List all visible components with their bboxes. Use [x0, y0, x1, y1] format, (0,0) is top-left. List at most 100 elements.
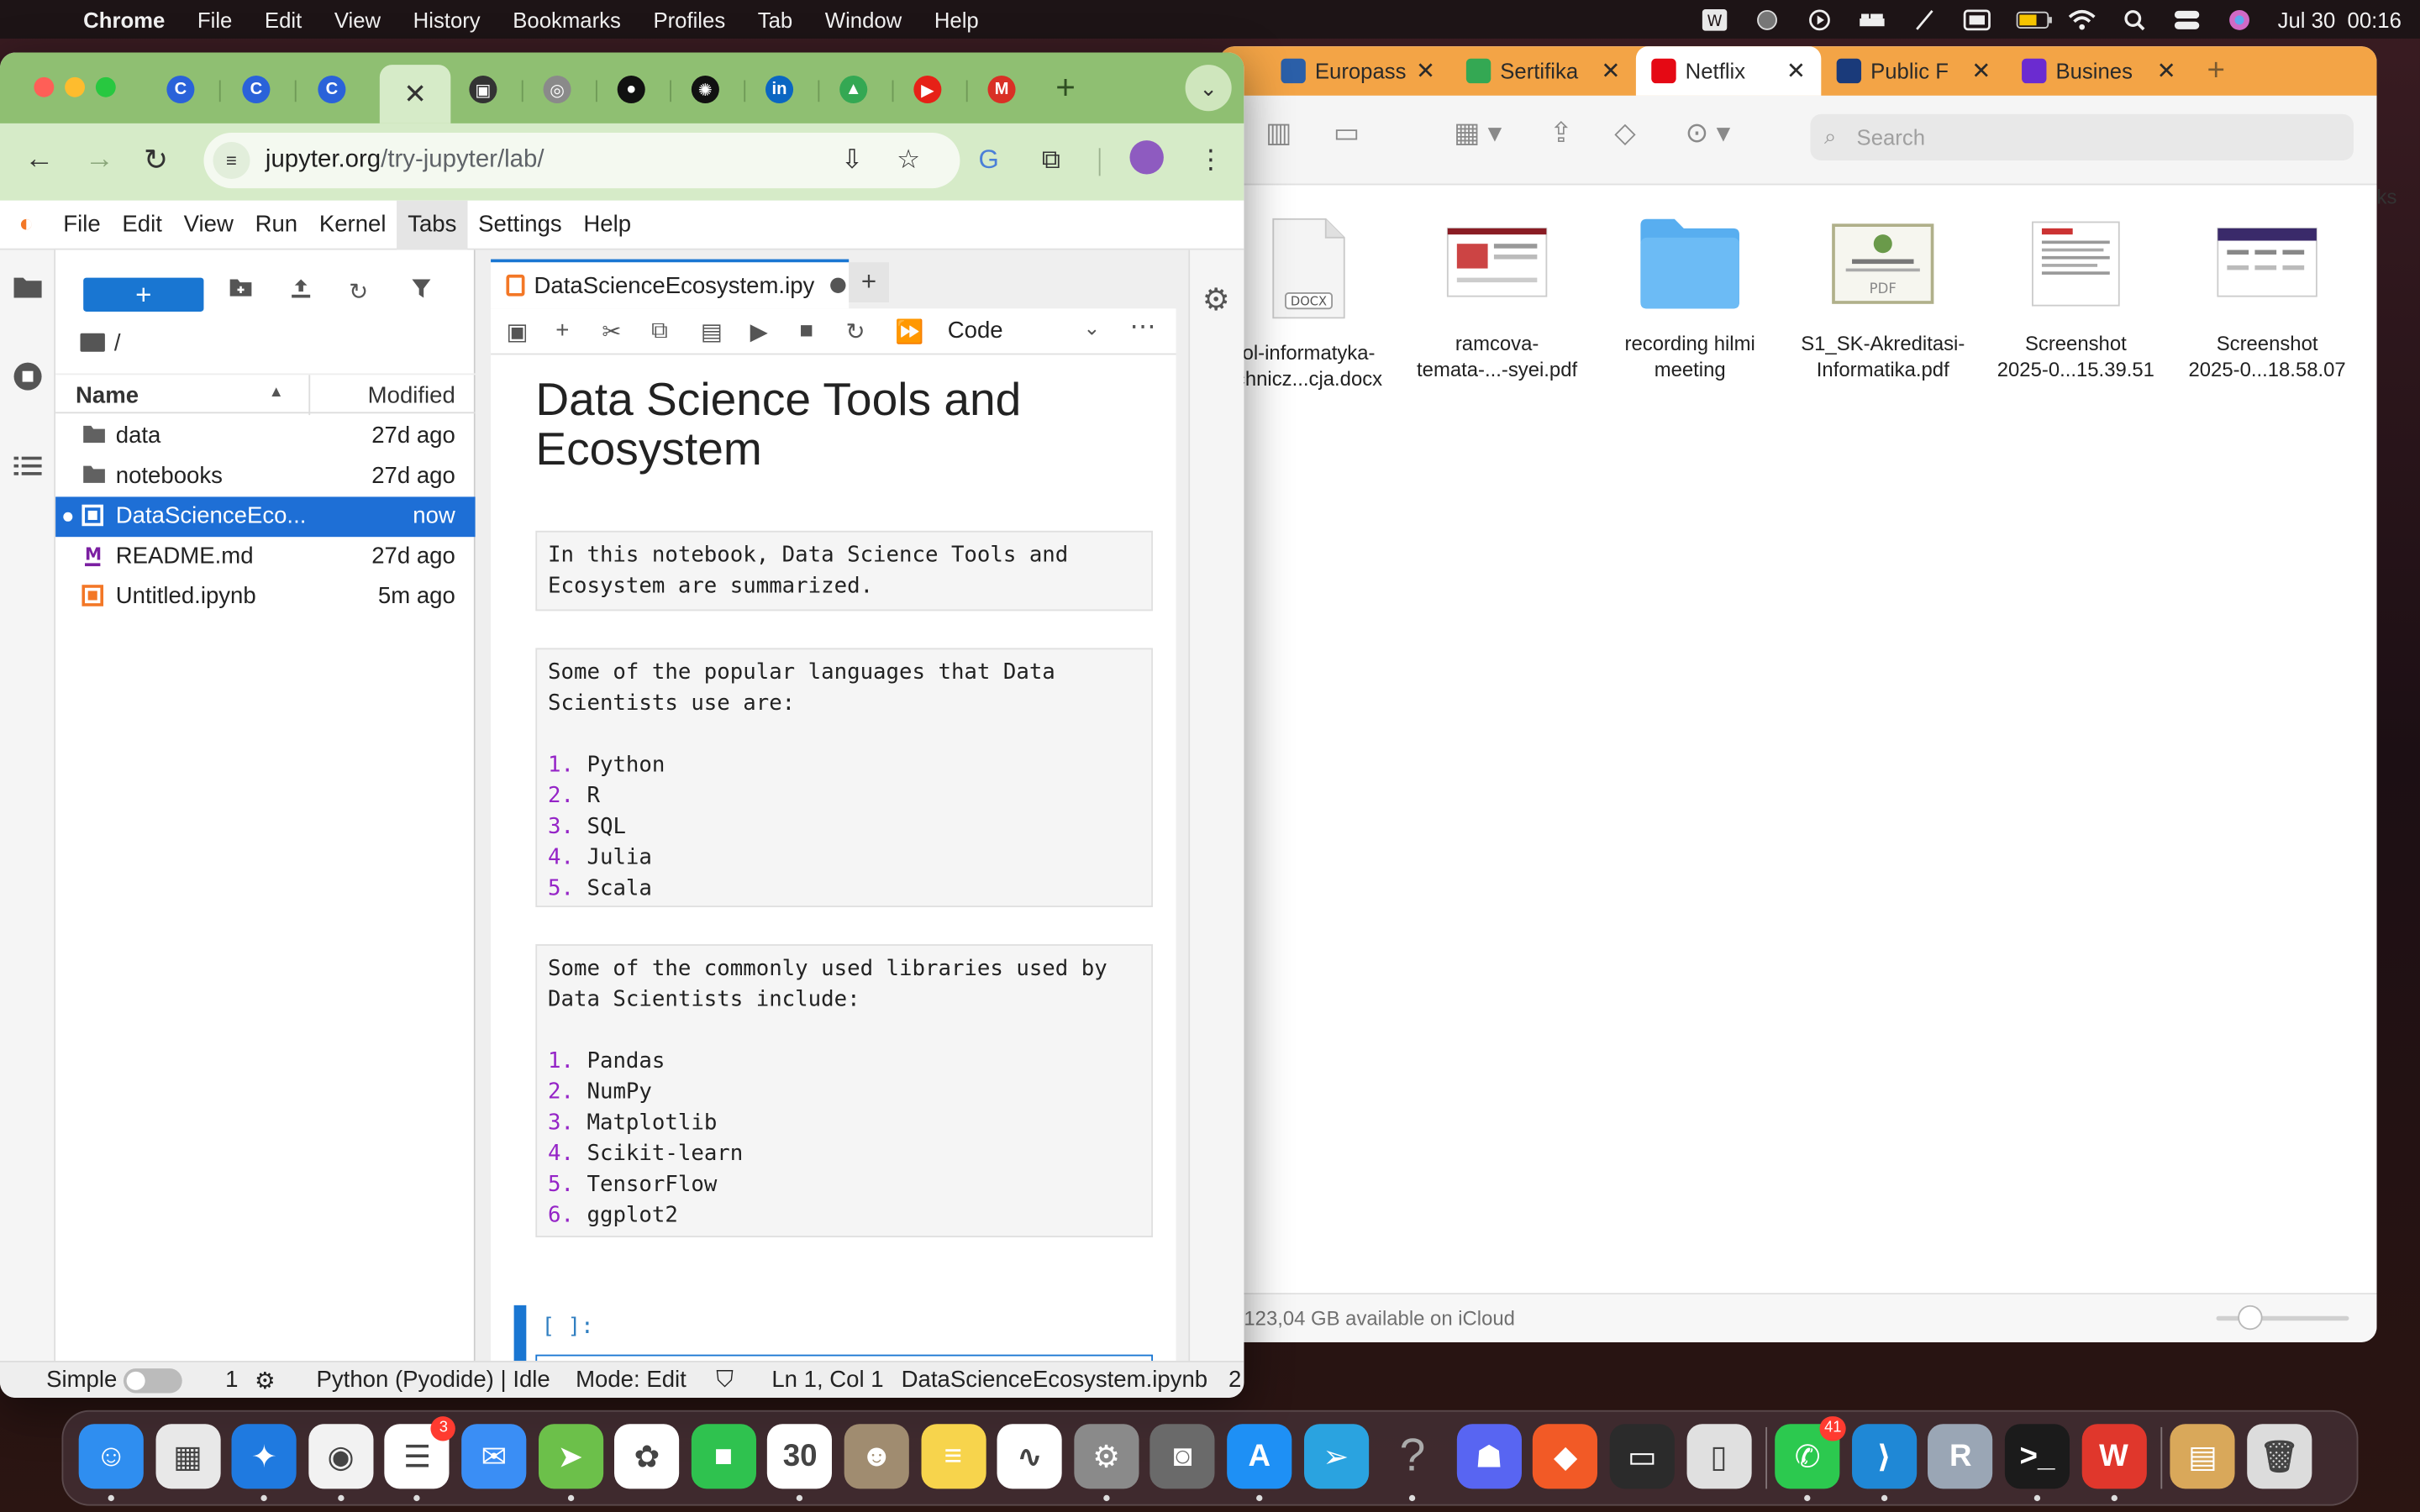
- profile-avatar[interactable]: [1129, 140, 1164, 175]
- jupyter-menu-file[interactable]: File: [52, 200, 111, 249]
- markdown-cell-libraries[interactable]: Some of the commonly used libraries used…: [535, 944, 1154, 1238]
- menu-profiles[interactable]: Profiles: [653, 7, 725, 31]
- share-icon[interactable]: ⇪: [1549, 118, 1573, 150]
- display-icon[interactable]: [1963, 8, 1991, 30]
- sort-ascending-icon[interactable]: ▲: [269, 384, 284, 401]
- cut-icon[interactable]: ✂: [602, 318, 621, 345]
- kernel-status[interactable]: Python (Pyodide) | Idle: [317, 1367, 550, 1393]
- notes-icon[interactable]: ≡: [920, 1424, 986, 1489]
- cell-type-dropdown[interactable]: Code: [948, 318, 1003, 344]
- name-column-header[interactable]: Name: [76, 383, 139, 409]
- finder-file-item[interactable]: Screenshot 2025-0...18.58.07: [2171, 216, 2363, 382]
- app-store-icon[interactable]: A: [1227, 1424, 1292, 1489]
- globe-icon[interactable]: [1753, 8, 1781, 30]
- play-icon[interactable]: [1806, 8, 1833, 30]
- jupyter-menu-tabs[interactable]: Tabs: [397, 199, 468, 249]
- new-tab-icon[interactable]: +: [2207, 53, 2224, 88]
- chrome-menu-icon[interactable]: ⋮: [1197, 145, 1223, 176]
- siri-icon[interactable]: [2225, 8, 2253, 30]
- markdown-cell-languages[interactable]: Some of the popular languages that Data …: [535, 648, 1154, 907]
- menu-window[interactable]: Window: [825, 7, 902, 31]
- chrome-tab-9[interactable]: ▶: [904, 68, 950, 111]
- whatsapp-icon[interactable]: ✆ 41: [1775, 1416, 1847, 1489]
- brave-icon[interactable]: ◆: [1533, 1424, 1598, 1489]
- finder-tab-3[interactable]: Public F ✕: [1821, 46, 2006, 96]
- menu-tab[interactable]: Tab: [758, 7, 792, 31]
- modified-column-header[interactable]: Modified: [368, 383, 455, 409]
- paste-icon[interactable]: ▤: [701, 318, 723, 345]
- table-of-contents-icon[interactable]: [13, 454, 44, 486]
- menu-edit[interactable]: Edit: [265, 7, 302, 31]
- upload-icon[interactable]: [290, 278, 312, 306]
- finder-file-item[interactable]: DOCX ol-informatyka-chnicz...cja.docx: [1219, 216, 1404, 391]
- icon-size-slider[interactable]: [2216, 1305, 2349, 1331]
- notification-count[interactable]: 2: [1228, 1367, 1241, 1393]
- code-cell-input[interactable]: [535, 1354, 1154, 1361]
- finder-tab-1[interactable]: Sertifika ✕: [1450, 46, 1635, 96]
- close-tab-icon[interactable]: ✕: [403, 78, 427, 111]
- slash-icon[interactable]: [1911, 8, 1939, 30]
- contacts-icon[interactable]: ☻: [844, 1424, 909, 1489]
- slider-knob[interactable]: [2238, 1305, 2263, 1331]
- mail-icon[interactable]: ✉: [461, 1424, 527, 1489]
- notebook-tab[interactable]: DataScienceEcosystem.ipy: [491, 259, 850, 309]
- system-settings-icon[interactable]: ⚙: [1073, 1424, 1139, 1489]
- refresh-icon[interactable]: ↻: [349, 278, 368, 305]
- maps-icon[interactable]: ➤: [538, 1424, 603, 1489]
- archive-icon[interactable]: ▤: [2170, 1424, 2235, 1489]
- chrome-tab-2[interactable]: C: [308, 68, 355, 111]
- chrome-tab-3[interactable]: ▣: [460, 68, 506, 111]
- property-inspector-gear-icon[interactable]: ⚙: [1202, 281, 1230, 319]
- minimize-window-button[interactable]: [65, 76, 86, 97]
- jupyter-menu-edit[interactable]: Edit: [112, 200, 173, 249]
- bed-icon[interactable]: [1858, 8, 1886, 30]
- iphone-mirroring-icon[interactable]: ▯: [1686, 1424, 1751, 1489]
- telegram-icon[interactable]: ➢: [1303, 1424, 1369, 1489]
- jupyter-menu-run[interactable]: Run: [245, 200, 308, 249]
- chrome-tab-10[interactable]: M: [978, 68, 1024, 111]
- finder-file-item[interactable]: PDF S1_SK-Akreditasi- Informatika.pdf: [1787, 216, 1979, 382]
- new-tab-button[interactable]: +: [849, 262, 889, 302]
- run-icon[interactable]: ▶: [750, 318, 768, 345]
- simple-mode-toggle[interactable]: [123, 1368, 182, 1394]
- calendar-icon[interactable]: 30: [767, 1424, 833, 1489]
- bookmark-star-icon[interactable]: ☆: [897, 145, 920, 176]
- tag-icon[interactable]: ◇: [1614, 118, 1635, 150]
- translate-extension-icon[interactable]: G: [978, 145, 998, 176]
- column-separator[interactable]: [308, 375, 311, 416]
- file-row[interactable]: data 27d ago: [55, 417, 476, 457]
- menu-file[interactable]: File: [197, 7, 232, 31]
- restart-kernel-icon[interactable]: ↻: [846, 318, 865, 345]
- finder-icon[interactable]: ☺: [78, 1424, 144, 1489]
- terminal-exec-icon[interactable]: ▭: [1609, 1424, 1675, 1489]
- kernel-chip-icon[interactable]: ⚙: [255, 1367, 276, 1394]
- new-launcher-button[interactable]: +: [83, 277, 204, 312]
- jupyter-menu-kernel[interactable]: Kernel: [308, 200, 397, 249]
- cursor-position[interactable]: Ln 1, Col 1: [771, 1367, 883, 1393]
- trash-icon[interactable]: 🗑: [2246, 1424, 2312, 1489]
- facetime-icon[interactable]: ■: [691, 1424, 756, 1489]
- insert-cell-icon[interactable]: +: [555, 318, 569, 344]
- close-tab-icon[interactable]: ✕: [1416, 57, 1435, 85]
- discord-icon[interactable]: ☗: [1456, 1424, 1522, 1489]
- jupyter-menu-help[interactable]: Help: [573, 200, 642, 249]
- new-folder-icon[interactable]: [229, 278, 253, 304]
- file-row[interactable]: M README.md 27d ago: [55, 537, 476, 577]
- save-icon[interactable]: ▣: [506, 318, 528, 345]
- finder-tab-4[interactable]: Busines ✕: [2007, 46, 2191, 96]
- file-browser-icon[interactable]: [13, 275, 44, 307]
- active-tab[interactable]: ✕: [379, 65, 451, 123]
- gallery-view-icon[interactable]: ▭: [1334, 118, 1360, 150]
- chrome-icon[interactable]: ◉: [308, 1424, 374, 1489]
- close-tab-icon[interactable]: ✕: [2157, 57, 2176, 85]
- site-info-icon[interactable]: ≡: [213, 141, 250, 180]
- jupyter-menu-view[interactable]: View: [173, 200, 245, 249]
- finder-new-tab-button[interactable]: +: [2191, 46, 2253, 96]
- freeform-icon[interactable]: ∿: [997, 1424, 1062, 1489]
- finder-tab-0[interactable]: Europass ✕: [1265, 46, 1450, 96]
- launchpad-icon[interactable]: ▦: [155, 1424, 220, 1489]
- zoom-window-button[interactable]: [95, 76, 116, 97]
- chrome-tab-0[interactable]: C: [157, 68, 203, 111]
- chrome-tab-1[interactable]: C: [233, 68, 279, 111]
- screenshot-icon[interactable]: ◙: [1150, 1424, 1216, 1489]
